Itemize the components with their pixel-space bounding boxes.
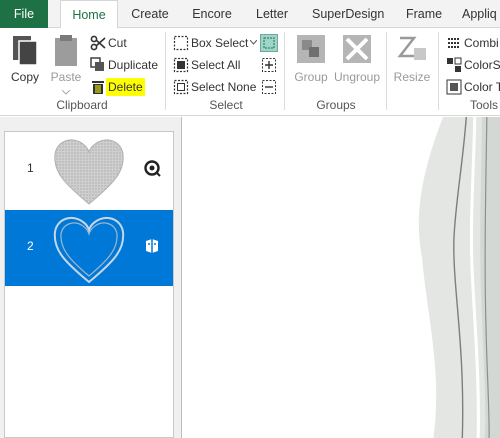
combine-icon bbox=[448, 38, 460, 48]
heart-thumbnail bbox=[54, 139, 124, 205]
heart-outline-thumbnail bbox=[53, 216, 125, 284]
ribbon-tab-bar: File Home Create Encore Letter SuperDesi… bbox=[0, 0, 500, 29]
ribbon-separator bbox=[165, 32, 166, 110]
duplicate-label: Duplicate bbox=[108, 58, 159, 72]
select-all-label: Select All bbox=[191, 58, 241, 72]
minus-icon bbox=[262, 80, 276, 94]
scissors-icon bbox=[90, 35, 106, 51]
ribbon-separator bbox=[438, 32, 439, 110]
box-select-label: Box Select bbox=[191, 36, 249, 50]
select-mode-button[interactable] bbox=[260, 34, 278, 52]
delete-label: Delete bbox=[106, 78, 145, 96]
list-item[interactable]: 1 bbox=[5, 132, 173, 208]
ribbon-separator bbox=[284, 32, 285, 110]
combine-label: Combi bbox=[464, 36, 499, 50]
chevron-down-icon bbox=[62, 90, 70, 95]
colortools-icon bbox=[446, 79, 462, 95]
box-select-icon bbox=[173, 35, 189, 51]
select-none-label: Select None bbox=[191, 80, 257, 94]
cut-label: Cut bbox=[108, 36, 127, 50]
tab-appliq[interactable]: Appliq bbox=[462, 0, 500, 28]
tools-group-label: Tools bbox=[470, 98, 499, 112]
applique-icon[interactable] bbox=[143, 237, 161, 255]
paste-label: Paste bbox=[50, 70, 82, 84]
group-label: Group bbox=[294, 70, 328, 84]
duplicate-icon bbox=[90, 57, 104, 71]
plus-icon bbox=[262, 58, 276, 72]
colortools-label: Color T bbox=[464, 80, 500, 94]
design-canvas[interactable] bbox=[182, 117, 500, 438]
group-icon bbox=[297, 35, 325, 63]
cut-button[interactable]: Cut bbox=[90, 34, 160, 52]
select-region-icon bbox=[263, 37, 275, 49]
select-all-button[interactable]: Select All bbox=[173, 56, 245, 74]
object-number: 2 bbox=[27, 239, 34, 253]
colorsort-icon bbox=[447, 57, 462, 72]
ungroup-label: Ungroup bbox=[334, 70, 381, 84]
tab-home[interactable]: Home bbox=[60, 0, 118, 29]
resize-icon bbox=[397, 36, 426, 60]
colorsort-label: ColorS bbox=[464, 58, 500, 72]
tab-frame[interactable]: Frame bbox=[404, 0, 444, 28]
trash-icon bbox=[92, 81, 104, 94]
combine-button[interactable]: Combi bbox=[446, 34, 500, 52]
tab-letter[interactable]: Letter bbox=[254, 0, 290, 28]
tab-encore[interactable]: Encore bbox=[190, 0, 234, 28]
chevron-down-icon bbox=[250, 40, 257, 45]
select-none-icon bbox=[173, 79, 189, 95]
tab-file[interactable]: File bbox=[0, 0, 48, 28]
delete-button[interactable]: Delete bbox=[90, 78, 146, 96]
hoop-outline bbox=[418, 117, 500, 438]
object-list-panel: 1 2 bbox=[0, 117, 181, 438]
object-number: 1 bbox=[27, 161, 34, 175]
duplicate-button[interactable]: Duplicate bbox=[90, 56, 162, 74]
select-group-label: Select bbox=[209, 98, 243, 112]
ungroup-icon bbox=[343, 35, 371, 63]
select-all-icon bbox=[173, 57, 189, 73]
select-none-button[interactable]: Select None bbox=[173, 78, 257, 96]
box-select-button[interactable]: Box Select bbox=[173, 34, 259, 52]
copy-icon bbox=[13, 36, 38, 66]
clipboard-group-label: Clipboard bbox=[56, 98, 108, 112]
object-list: 1 2 bbox=[4, 131, 174, 438]
resize-label: Resize bbox=[393, 70, 431, 84]
groups-group-label: Groups bbox=[316, 98, 356, 112]
copy-label: Copy bbox=[10, 70, 39, 84]
search-zoom-icon[interactable] bbox=[143, 159, 161, 177]
ribbon-separator bbox=[386, 32, 387, 110]
paste-icon bbox=[55, 35, 77, 66]
list-item-selected[interactable]: 2 bbox=[5, 210, 173, 286]
select-add-button[interactable] bbox=[261, 57, 277, 73]
tab-superdesign[interactable]: SuperDesign bbox=[312, 0, 384, 28]
colorsort-button[interactable]: ColorS bbox=[446, 56, 500, 74]
tab-create[interactable]: Create bbox=[130, 0, 170, 28]
ribbon: Copy Paste Cut Duplicate Delete Clipboar… bbox=[0, 28, 500, 116]
select-subtract-button[interactable] bbox=[261, 79, 277, 95]
colortools-button[interactable]: Color T bbox=[446, 78, 500, 96]
